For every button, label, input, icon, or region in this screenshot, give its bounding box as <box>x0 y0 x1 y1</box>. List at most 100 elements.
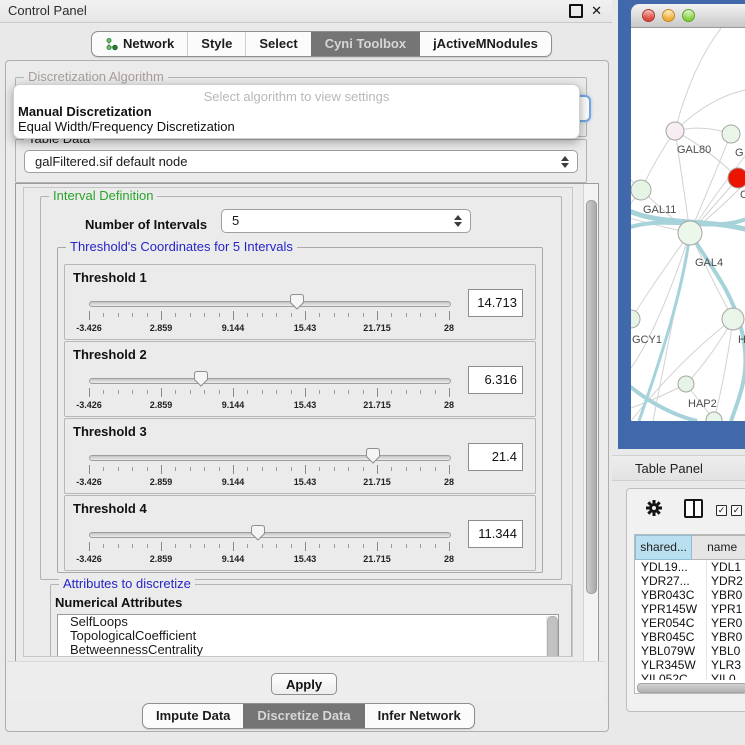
cell-name[interactable]: YDL1 <box>707 560 745 574</box>
group-title: Discretization Algorithm <box>24 70 168 84</box>
slider-thumb[interactable] <box>289 293 305 310</box>
slider-thumb[interactable] <box>193 370 209 387</box>
vertical-scrollbar[interactable] <box>583 184 598 662</box>
tab-select[interactable]: Select <box>245 32 310 56</box>
threshold-slider[interactable]: -3.4262.8599.14415.4321.71528 <box>65 342 465 416</box>
threshold-value-field[interactable]: 11.344 <box>468 520 523 548</box>
slider-thumb[interactable] <box>250 524 266 541</box>
network-node-c[interactable] <box>728 168 745 188</box>
threshold-slider[interactable]: -3.4262.8599.14415.4321.71528 <box>65 419 465 493</box>
tab-discretize-data[interactable]: Discretize Data <box>243 704 363 728</box>
tab-infer-network[interactable]: Infer Network <box>364 704 474 728</box>
minimize-traffic-light-icon[interactable] <box>662 9 675 22</box>
cell-shared-name[interactable]: YBR043C <box>635 588 707 602</box>
close-icon[interactable]: ✕ <box>591 6 602 16</box>
cell-name[interactable]: YER0 <box>707 616 745 630</box>
close-traffic-light-icon[interactable] <box>642 9 655 22</box>
scrollbar-thumb[interactable] <box>586 200 597 594</box>
threshold-value-field[interactable]: 21.4 <box>468 443 523 471</box>
option-manual-discretization[interactable]: Manual Discretization <box>14 104 579 119</box>
cell-name[interactable]: YIL0 <box>707 672 745 680</box>
network-edge[interactable] <box>631 233 690 368</box>
tab-style[interactable]: Style <box>187 32 245 56</box>
scrollbar-thumb[interactable] <box>637 683 745 693</box>
tab-label: Style <box>201 32 232 56</box>
network-node-h[interactable] <box>722 308 744 330</box>
network-canvas[interactable]: GAL80GCGAL11GAL4GCY1HHAP2 <box>631 28 745 421</box>
cell-name[interactable]: YDR2 <box>707 574 745 588</box>
float-window-icon[interactable] <box>569 4 583 18</box>
network-edge-highlighted[interactable] <box>639 233 690 421</box>
settings-gear-icon[interactable] <box>645 499 663 517</box>
slider-track[interactable] <box>89 455 451 461</box>
table-row[interactable]: YER054CYER0 <box>635 616 745 630</box>
node-attribute-table: shared... name YDL19...YDL1YDR27...YDR2Y… <box>634 534 745 694</box>
table-row[interactable]: YDR27...YDR2 <box>635 574 745 588</box>
network-edge[interactable] <box>675 28 721 131</box>
cell-shared-name[interactable]: YBL079W <box>635 644 707 658</box>
horizontal-scrollbar[interactable] <box>636 682 745 693</box>
cell-name[interactable]: YLR3 <box>707 658 745 672</box>
checkbox-icon[interactable]: ✓ <box>716 505 727 516</box>
table-row[interactable]: YBL079WYBL0 <box>635 644 745 658</box>
attribute-item[interactable]: SelfLoops <box>58 615 558 629</box>
cell-name[interactable]: YBR0 <box>707 630 745 644</box>
cell-shared-name[interactable]: YIL052C <box>635 672 707 680</box>
cell-name[interactable]: YPR1 <box>707 602 745 616</box>
tab-label: Select <box>259 32 297 56</box>
interval-definition-group: Interval Definition Number of Intervals … <box>40 196 562 580</box>
table-data-select[interactable]: galFiltered.sif default node <box>24 150 578 173</box>
column-header-shared-name[interactable]: shared... <box>635 535 692 560</box>
tab-impute-data[interactable]: Impute Data <box>143 704 243 728</box>
apply-button[interactable]: Apply <box>271 673 337 695</box>
table-row[interactable]: YDL19...YDL1 <box>635 560 745 574</box>
table-row[interactable]: YPR145WYPR1 <box>635 602 745 616</box>
cell-shared-name[interactable]: YBR045C <box>635 630 707 644</box>
slider-track[interactable] <box>89 378 451 384</box>
threshold-value-field[interactable]: 6.316 <box>468 366 523 394</box>
numerical-attributes-list[interactable]: SelfLoopsTopologicalCoefficientBetweenne… <box>57 614 559 657</box>
zoom-traffic-light-icon[interactable] <box>682 9 695 22</box>
tab-jactivemnodules[interactable]: jActiveMNodules <box>419 32 551 56</box>
threshold-slider[interactable]: -3.4262.8599.14415.4321.71528 <box>65 496 465 570</box>
network-view-window[interactable]: GAL80GCGAL11GAL4GCY1HHAP2 <box>618 0 745 449</box>
cell-shared-name[interactable]: YLR345W <box>635 658 707 672</box>
number-of-intervals-label: Number of Intervals <box>85 217 207 232</box>
split-view-icon[interactable] <box>684 499 703 518</box>
network-node-gal4[interactable] <box>678 221 702 245</box>
threshold-slider[interactable]: -3.4262.8599.14415.4321.71528 <box>65 265 465 339</box>
tab-cyni-toolbox[interactable]: Cyni Toolbox <box>311 32 419 56</box>
attribute-item[interactable]: TopologicalCoefficient <box>58 629 558 643</box>
column-header-name[interactable]: name <box>692 535 745 560</box>
network-node-gal80[interactable] <box>666 122 684 140</box>
number-of-intervals-select[interactable]: 5 <box>221 209 471 233</box>
network-edge[interactable] <box>686 319 733 384</box>
option-equal-width-frequency-discretization[interactable]: Equal Width/Frequency Discretization <box>14 119 579 134</box>
checkbox-icon[interactable]: ✓ <box>731 505 742 516</box>
tab-network[interactable]: Network <box>92 32 187 56</box>
network-node-hap2[interactable] <box>678 376 694 392</box>
attributes-to-discretize-group: Attributes to discretize Numerical Attri… <box>50 584 572 657</box>
network-node-g[interactable] <box>722 125 740 143</box>
network-node-gal11[interactable] <box>631 180 651 200</box>
slider-track[interactable] <box>89 532 451 538</box>
slider-thumb[interactable] <box>365 447 381 464</box>
cell-shared-name[interactable]: YDL19... <box>635 560 707 574</box>
cell-name[interactable]: YBR0 <box>707 588 745 602</box>
list-scrollbar[interactable] <box>546 616 557 657</box>
table-row[interactable]: YIL052CYIL0 <box>635 672 745 680</box>
table-row[interactable]: YBR045CYBR0 <box>635 630 745 644</box>
cell-name[interactable]: YBL0 <box>707 644 745 658</box>
cell-shared-name[interactable]: YER054C <box>635 616 707 630</box>
attribute-item[interactable]: BetweennessCentrality <box>58 643 558 657</box>
network-node-label: GAL80 <box>677 144 711 156</box>
table-row[interactable]: YLR345WYLR3 <box>635 658 745 672</box>
table-data-group: Table Data galFiltered.sif default node <box>15 139 587 183</box>
threshold-value-field[interactable]: 14.713 <box>468 289 523 317</box>
slider-track[interactable] <box>89 301 451 307</box>
cell-shared-name[interactable]: YPR145W <box>635 602 707 616</box>
network-node-gcy1[interactable] <box>631 310 640 328</box>
table-row[interactable]: YBR043CYBR0 <box>635 588 745 602</box>
cell-shared-name[interactable]: YDR27... <box>635 574 707 588</box>
scrollbar-thumb[interactable] <box>547 616 558 657</box>
